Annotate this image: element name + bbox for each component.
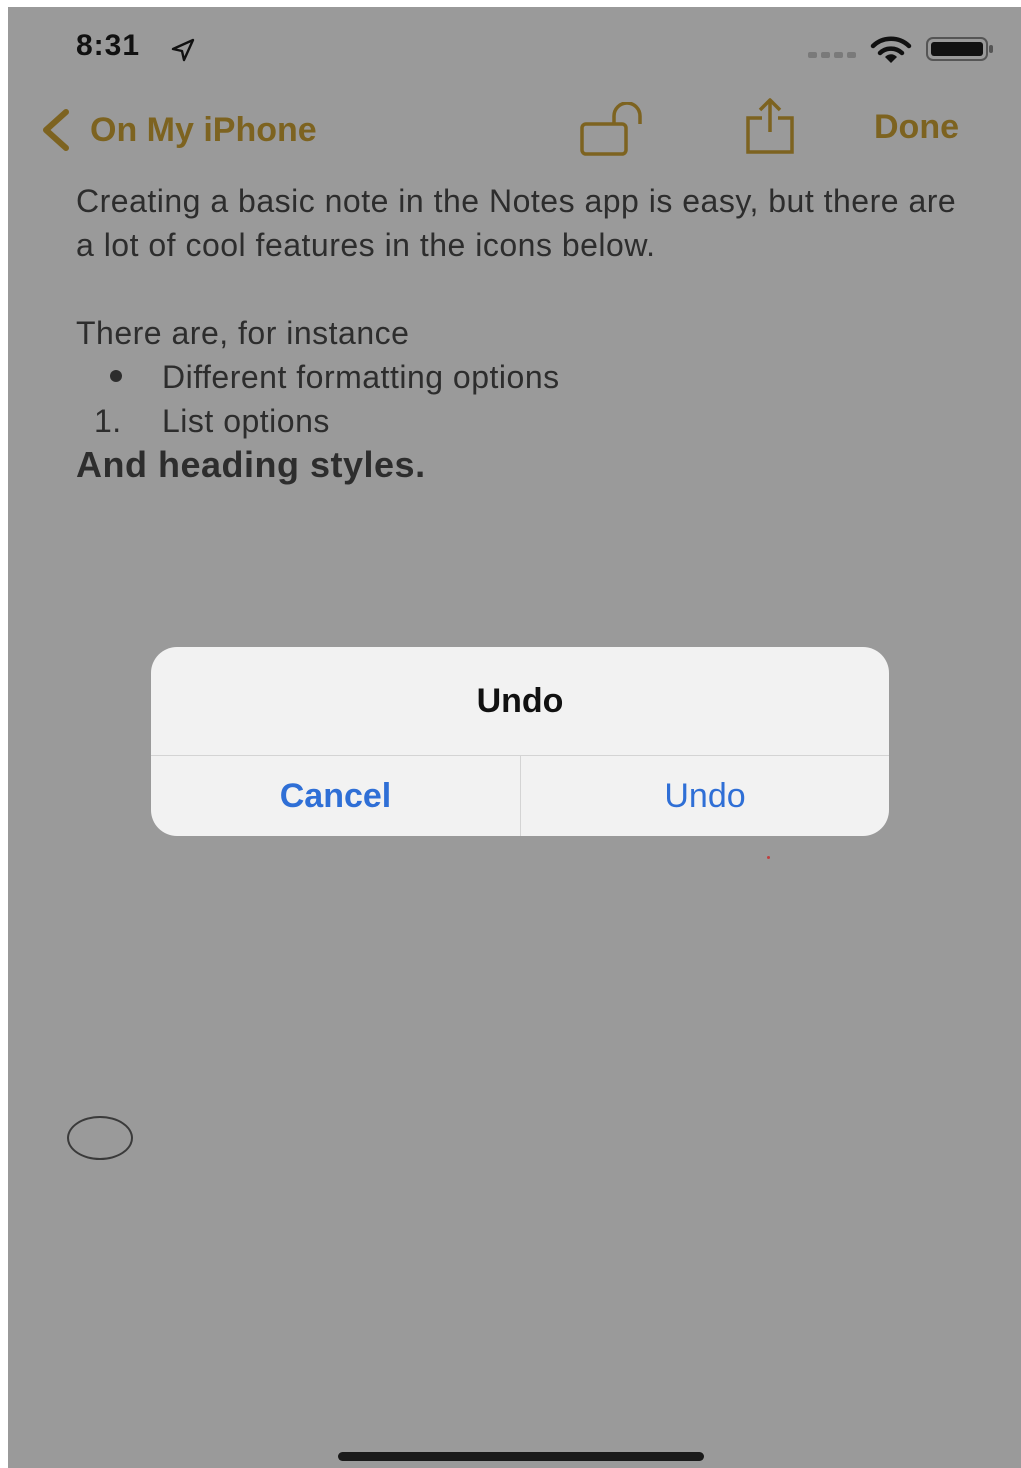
cellular-signal-icon bbox=[808, 52, 856, 58]
numbered-marker: 1. bbox=[94, 403, 122, 439]
battery-icon bbox=[926, 37, 993, 61]
numbered-item-text: List options bbox=[162, 403, 330, 439]
touch-indicator-circle bbox=[67, 1116, 133, 1160]
bullet-item-text: Different formatting options bbox=[162, 359, 560, 395]
undo-button[interactable]: Undo bbox=[521, 756, 889, 836]
undo-alert: Undo Cancel Undo bbox=[151, 647, 889, 836]
bullet-list-item: Different formatting options bbox=[76, 355, 976, 399]
numbered-list-item: 1. List options bbox=[76, 399, 976, 443]
location-arrow-icon bbox=[171, 38, 195, 62]
bullet-icon bbox=[110, 370, 122, 382]
alert-title: Undo bbox=[476, 681, 564, 720]
cancel-button[interactable]: Cancel bbox=[151, 756, 520, 836]
note-paragraph: Creating a basic note in the Notes app i… bbox=[76, 183, 957, 263]
home-indicator[interactable] bbox=[338, 1452, 704, 1461]
note-heading: And heading styles. bbox=[76, 444, 426, 485]
note-body[interactable]: Creating a basic note in the Notes app i… bbox=[76, 179, 976, 487]
unlock-icon[interactable] bbox=[578, 102, 650, 158]
wifi-icon bbox=[870, 36, 912, 63]
back-label: On My iPhone bbox=[90, 110, 317, 149]
done-button[interactable]: Done bbox=[874, 108, 959, 147]
note-intro: There are, for instance bbox=[76, 315, 410, 351]
touch-dot bbox=[767, 856, 770, 859]
nav-bar: On My iPhone Done bbox=[8, 92, 1021, 167]
chevron-left-icon bbox=[43, 109, 69, 151]
share-icon[interactable] bbox=[742, 96, 798, 156]
status-bar: 8:31 bbox=[8, 7, 1021, 87]
status-time: 8:31 bbox=[76, 29, 141, 62]
screen: 8:31 On My iPhone Done Creating a basic … bbox=[8, 7, 1021, 1468]
back-button[interactable]: On My iPhone bbox=[36, 106, 317, 154]
